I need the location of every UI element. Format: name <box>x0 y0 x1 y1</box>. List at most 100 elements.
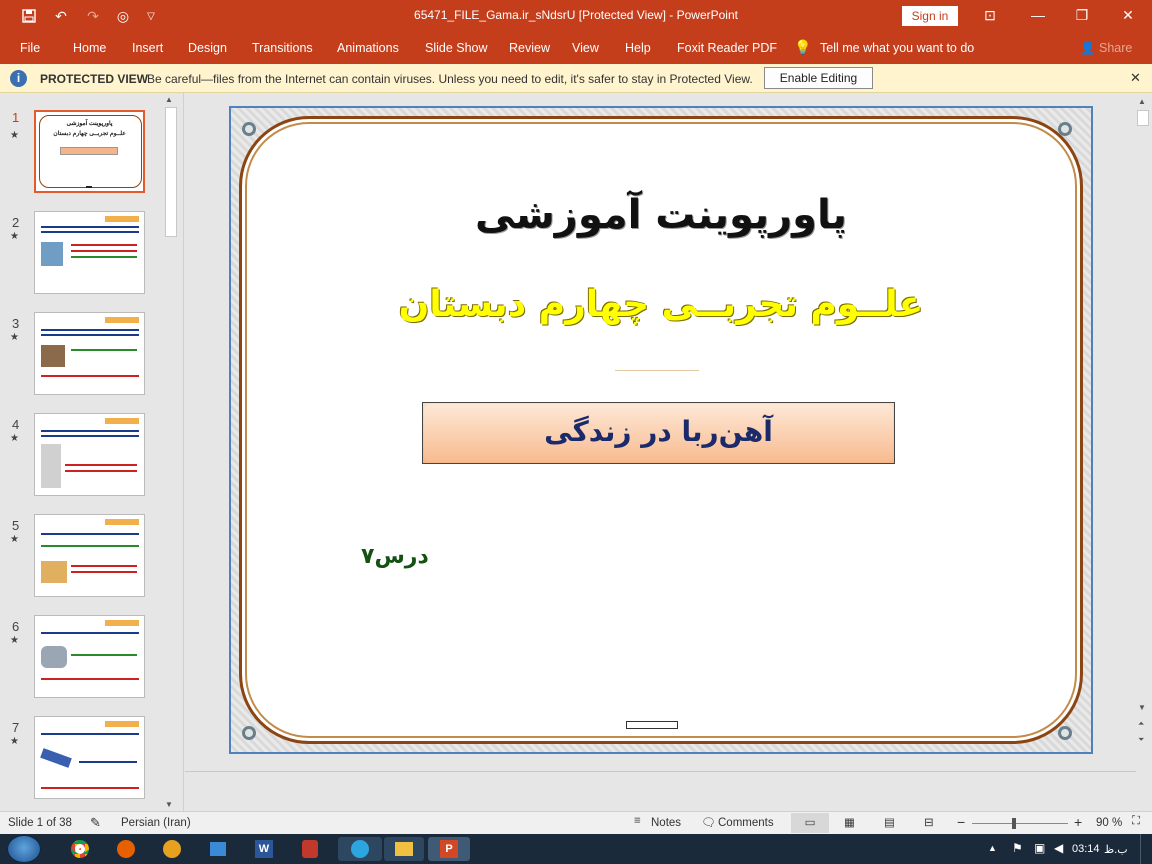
corner-ornament-icon <box>242 726 256 740</box>
thumbnail-title: پاورپوینت آموزشی <box>66 121 113 127</box>
zoom-in-icon[interactable]: + <box>1074 814 1082 830</box>
clock-ampm[interactable]: ب.ظ <box>1104 843 1128 856</box>
protected-view-label: PROTECTED VIEW <box>40 72 149 86</box>
show-desktop-button[interactable] <box>1140 834 1152 864</box>
star-icon: ★ <box>10 130 19 141</box>
slide-show-icon[interactable]: ⊟ <box>924 815 934 829</box>
star-icon: ★ <box>10 433 19 444</box>
tab-file[interactable]: File <box>20 41 40 55</box>
tab-view[interactable]: View <box>572 41 599 55</box>
language-indicator[interactable]: Persian (Iran) <box>121 817 191 829</box>
slide-thumbnail-pane: 1 ★ پاورپوینت آموزشی علــوم تجربــی چهار… <box>0 93 184 811</box>
thumbnail-slide-7[interactable]: 7 ★ <box>0 716 162 806</box>
slide-number: 5 <box>12 518 20 533</box>
thumbnail-slide-3[interactable]: 3 ★ <box>0 312 162 402</box>
topic-text: آهن‌ربا در زندگی <box>424 404 893 462</box>
thumbnail-subtitle: علــوم تجربــی چهارم دبستان <box>53 131 126 137</box>
tab-slide-show[interactable]: Slide Show <box>425 41 488 55</box>
powerpoint-icon[interactable]: P <box>428 837 470 861</box>
thumbnail-frame <box>34 211 145 294</box>
volume-icon[interactable]: ◀ <box>1054 841 1063 855</box>
tab-transitions[interactable]: Transitions <box>252 41 313 55</box>
slide-edit-area: پاورپوینت آموزشی علــوم تجربــی چهارم دب… <box>185 93 1152 811</box>
scroll-down-icon[interactable]: ▼ <box>165 800 173 809</box>
thumbnail-slide-4[interactable]: 4 ★ <box>0 413 162 503</box>
close-icon[interactable]: ✕ <box>1114 4 1142 26</box>
fit-slide-icon[interactable]: ⛶ <box>1132 815 1140 828</box>
slide-number: 2 <box>12 215 20 230</box>
small-rectangle-shape[interactable] <box>626 721 678 729</box>
network-icon[interactable]: ▣ <box>1034 841 1045 855</box>
screen-capture-icon[interactable] <box>200 837 236 861</box>
share-button[interactable]: Share <box>1099 41 1132 55</box>
next-slide-icon[interactable]: ⏷ <box>1138 735 1144 745</box>
browser-icon[interactable] <box>154 837 190 861</box>
scroll-up-icon[interactable]: ▲ <box>1138 97 1146 106</box>
lesson-number[interactable]: درس۷ <box>361 544 429 569</box>
comments-icon[interactable]: 🗨 <box>701 815 716 829</box>
tab-design[interactable]: Design <box>188 41 227 55</box>
sign-in-button[interactable]: Sign in <box>902 6 958 26</box>
tell-me-search[interactable]: Tell me what you want to do <box>820 41 974 55</box>
tray-expand-icon[interactable]: ▲ <box>988 843 997 853</box>
restore-icon[interactable]: ❐ <box>1068 4 1096 26</box>
corner-ornament-icon <box>1058 726 1072 740</box>
spelling-icon[interactable]: ✎ <box>90 815 101 831</box>
flag-icon[interactable]: ⚑ <box>1012 841 1023 855</box>
file-explorer-icon[interactable] <box>384 837 424 861</box>
corner-ornament-icon <box>242 122 256 136</box>
title-bar: ↶ ↷ ◎ ▽ 65471_FILE_Gama.ir_sNdsrU [Prote… <box>0 0 1152 32</box>
notes-divider[interactable] <box>185 771 1136 772</box>
thumbnail-scrollbar[interactable]: ▲ ▼ <box>164 93 178 811</box>
tab-animations[interactable]: Animations <box>337 41 399 55</box>
tab-insert[interactable]: Insert <box>132 41 163 55</box>
word-icon[interactable]: W <box>246 837 282 861</box>
comments-button[interactable]: Comments <box>718 817 774 829</box>
lightbulb-icon: 💡 <box>794 39 812 55</box>
clock-time[interactable]: 03:14 <box>1072 843 1100 855</box>
telegram-icon[interactable] <box>338 837 382 861</box>
scroll-thumb[interactable] <box>1137 110 1149 126</box>
reading-view-icon[interactable]: ▤ <box>884 815 895 829</box>
thumbnail-slide-6[interactable]: 6 ★ <box>0 615 162 705</box>
notes-button[interactable]: Notes <box>651 817 681 829</box>
scroll-up-icon[interactable]: ▲ <box>165 95 173 104</box>
thumbnail-slide-1[interactable]: 1 ★ پاورپوینت آموزشی علــوم تجربــی چهار… <box>0 110 162 200</box>
slide-counter: Slide 1 of 38 <box>8 817 72 829</box>
shield-icon: i <box>10 70 27 87</box>
close-banner-icon[interactable]: ✕ <box>1130 70 1141 86</box>
thumbnail-slide-5[interactable]: 5 ★ <box>0 514 162 604</box>
start-button-icon[interactable] <box>7 835 41 863</box>
zoom-out-icon[interactable]: − <box>957 814 965 830</box>
enable-editing-button[interactable]: Enable Editing <box>764 67 873 89</box>
zoom-level[interactable]: 90 % <box>1096 817 1122 829</box>
zoom-slider-thumb[interactable] <box>1012 818 1016 829</box>
previous-slide-icon[interactable]: ⏶ <box>1138 719 1144 729</box>
tab-help[interactable]: Help <box>625 41 651 55</box>
tab-review[interactable]: Review <box>509 41 550 55</box>
slide-number: 3 <box>12 316 20 331</box>
corner-ornament-icon <box>1058 122 1072 136</box>
protected-view-bar: i PROTECTED VIEW Be careful—files from t… <box>0 64 1152 93</box>
star-icon: ★ <box>10 332 19 343</box>
zoom-slider[interactable] <box>972 818 1068 829</box>
slide-title[interactable]: پاورپوینت آموزشی <box>231 192 1091 238</box>
scroll-thumb[interactable] <box>165 107 177 237</box>
chrome-icon[interactable] <box>62 837 98 861</box>
slide-scrollbar[interactable]: ▲ ▼ ⏶ ⏷ <box>1136 93 1150 753</box>
scroll-down-icon[interactable]: ▼ <box>1138 703 1146 712</box>
topic-box[interactable]: آهن‌ربا در زندگی <box>422 402 895 464</box>
app-icon[interactable] <box>292 837 328 861</box>
star-icon: ★ <box>10 231 19 242</box>
minimize-icon[interactable]: — <box>1024 4 1052 26</box>
tab-foxit[interactable]: Foxit Reader PDF <box>677 41 777 55</box>
ribbon-display-icon[interactable]: ⊡ <box>976 4 1004 26</box>
slide-canvas[interactable]: پاورپوینت آموزشی علــوم تجربــی چهارم دب… <box>229 106 1093 754</box>
notes-icon[interactable]: ≡ <box>634 815 641 827</box>
tab-home[interactable]: Home <box>73 41 106 55</box>
normal-view-icon[interactable]: ▭ <box>791 813 829 833</box>
slide-subtitle[interactable]: علــوم تجربــی چهارم دبستان <box>231 284 1091 325</box>
slide-sorter-icon[interactable]: ▦ <box>844 815 855 829</box>
thumbnail-slide-2[interactable]: 2 ★ <box>0 211 162 301</box>
firefox-icon[interactable] <box>108 837 144 861</box>
